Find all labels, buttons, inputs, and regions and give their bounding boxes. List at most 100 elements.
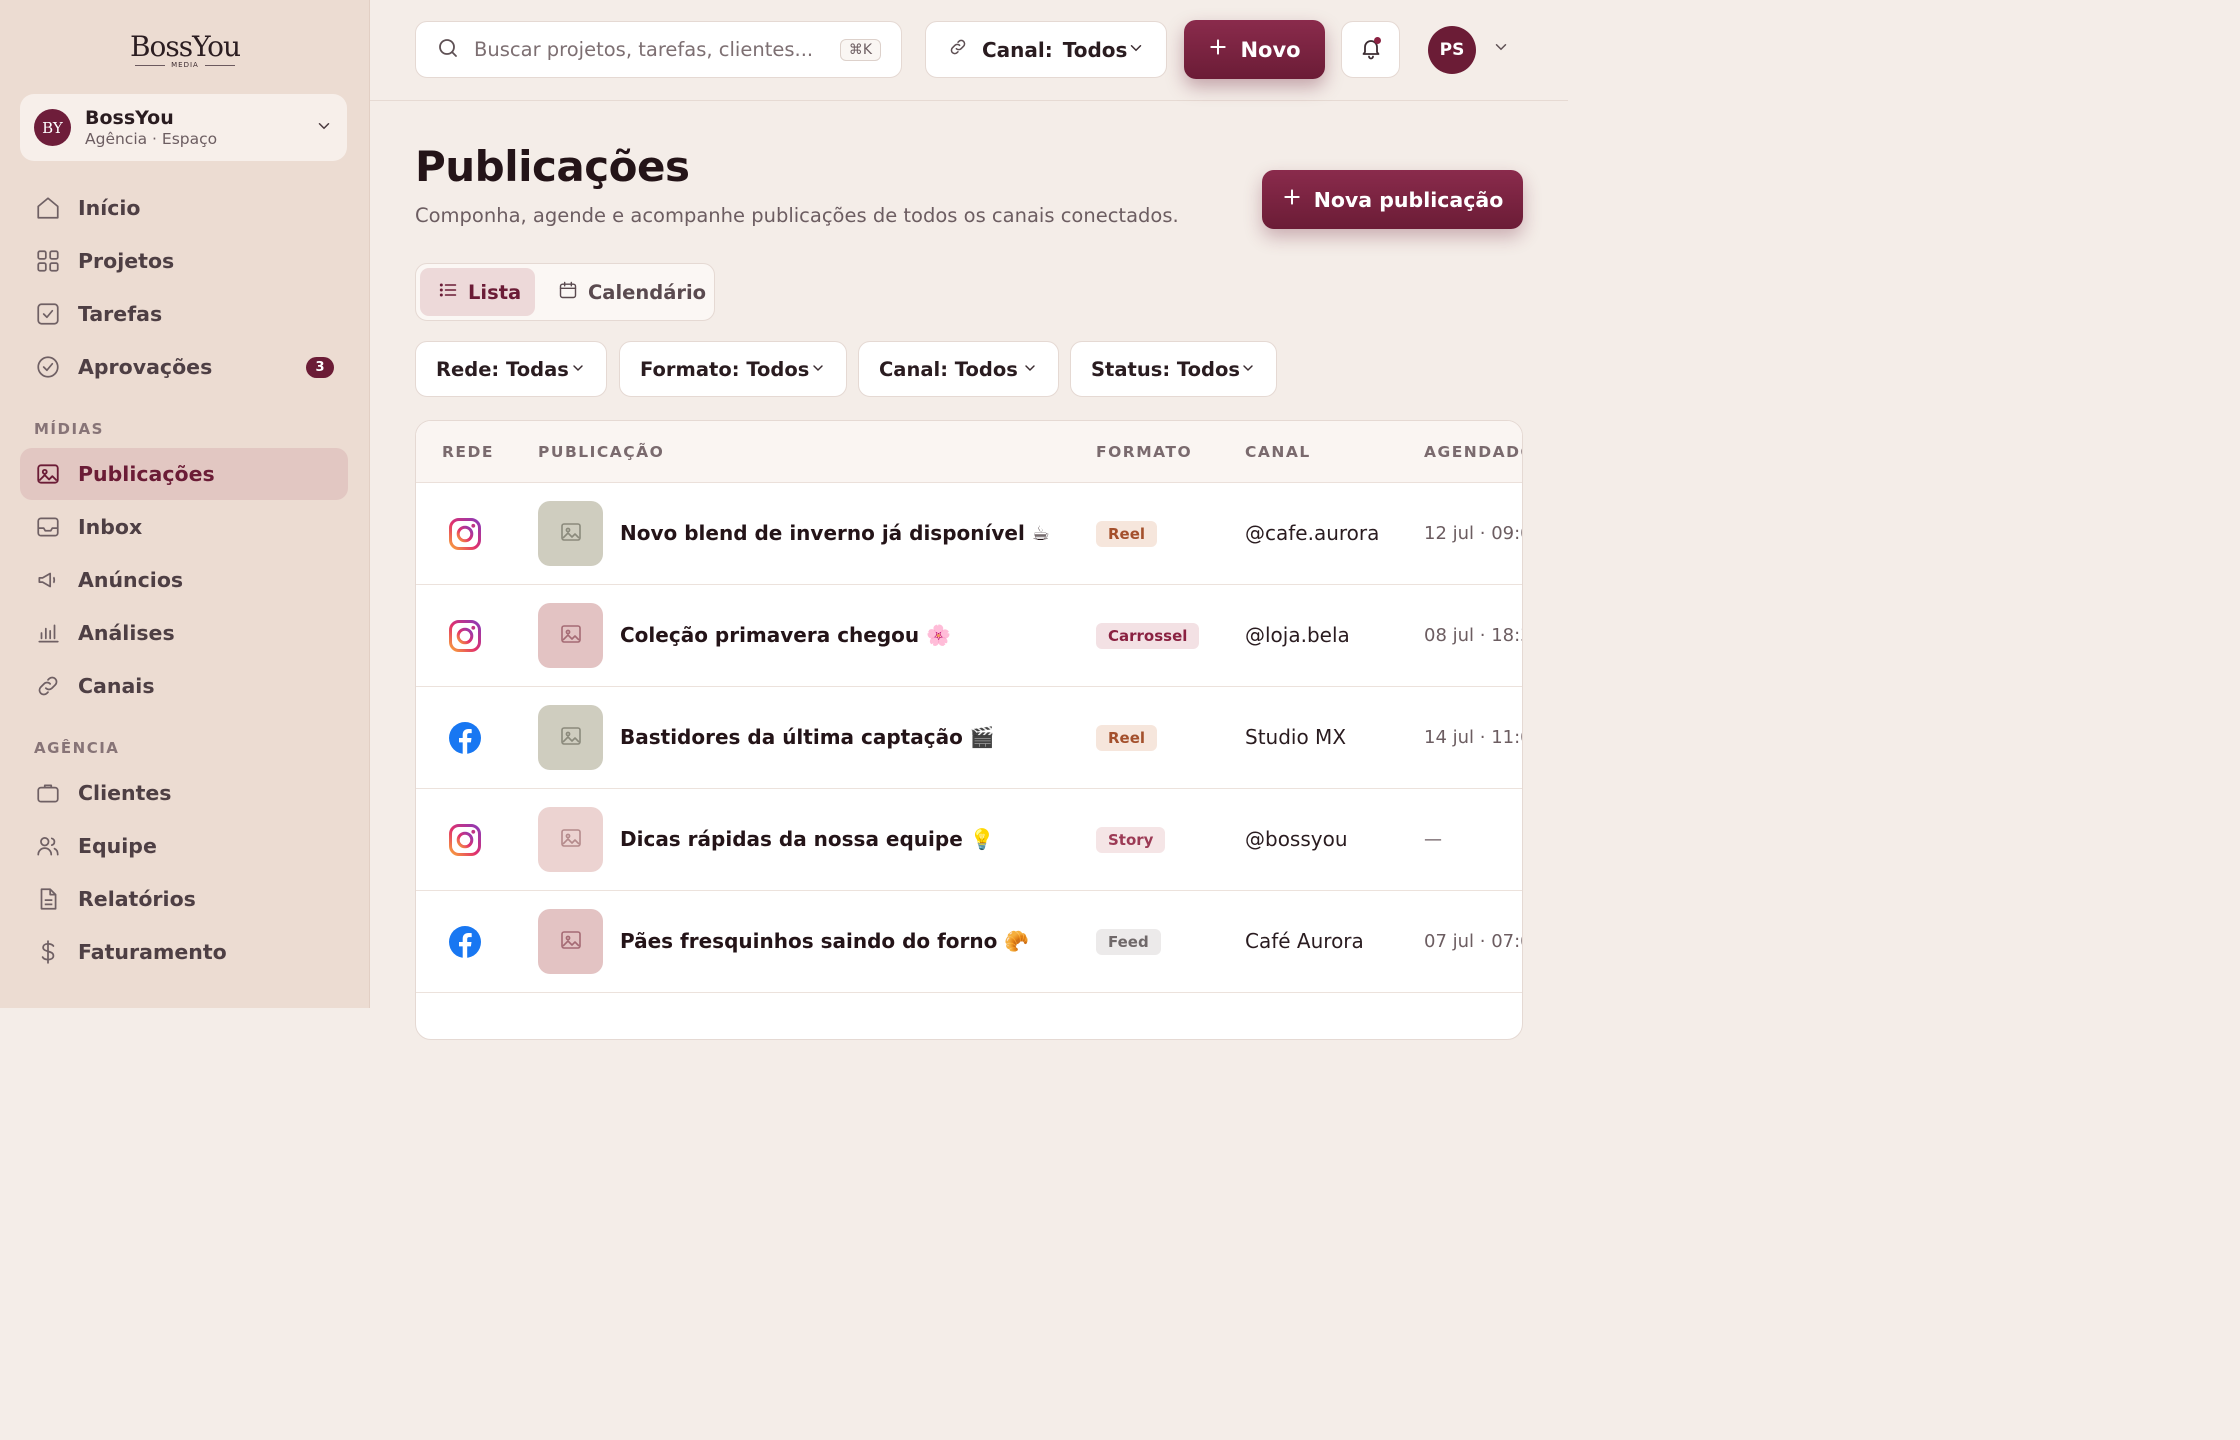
users-icon [34,832,62,860]
nav-label: Canais [78,674,155,698]
channel-selector[interactable]: Canal: Todos [925,21,1167,78]
post-scheduled: 08 jul · 18:30 [1424,625,1522,646]
new-button[interactable]: Novo [1184,20,1325,79]
post-title[interactable]: Bastidores da última captação 🎬 [620,725,995,749]
megaphone-icon [34,566,62,594]
notifications-button[interactable] [1341,21,1400,78]
post-title[interactable]: Pães fresquinhos saindo do forno 🥐 [620,929,1029,953]
table-row[interactable]: Dicas rápidas da nossa equipe 💡 Story @b… [416,789,1522,891]
publications-table: REDE PUBLICAÇÃO FORMATO CANAL AGENDADO N… [415,420,1523,1040]
facebook-icon [448,925,482,959]
post-thumbnail[interactable] [538,807,603,872]
view-toggle: Lista Calendário [415,263,715,321]
filter-canal[interactable]: Canal: Todos [858,341,1059,397]
nav-item-inbox[interactable]: Inbox [20,501,348,553]
nav-label: Início [78,196,141,220]
post-thumbnail[interactable] [538,909,603,974]
post-scheduled: 14 jul · 11:00 [1424,727,1522,748]
filter-rede[interactable]: Rede: Todas [415,341,607,397]
nav-label: Equipe [78,834,157,858]
chevron-down-icon[interactable] [1492,38,1510,60]
nav-item-clientes[interactable]: Clientes [20,767,348,819]
post-thumbnail[interactable] [538,501,603,566]
logo-wordmark: BossYou [129,30,241,63]
table-row[interactable]: Coleção primavera chegou 🌸 Carrossel @lo… [416,585,1522,687]
nav-item-faturamento[interactable]: Faturamento [20,926,348,978]
image-placeholder-icon [559,520,583,548]
column-header-publicacao[interactable]: PUBLICAÇÃO [538,443,664,461]
chevron-down-icon [1022,358,1038,381]
nav-item-relatorios[interactable]: Relatórios [20,873,348,925]
link-icon [948,37,968,62]
calendar-icon [558,280,578,305]
plus-icon [1282,187,1302,212]
view-calendar-tab[interactable]: Calendário [540,268,724,316]
column-header-agendado[interactable]: AGENDADO [1424,443,1522,461]
chevron-down-icon [810,358,826,381]
table-row[interactable]: Pães fresquinhos saindo do forno 🥐 Feed … [416,891,1522,993]
table-row[interactable]: Novo blend de inverno já disponível ☕ Re… [416,483,1522,585]
new-publication-button[interactable]: Nova publicação [1262,170,1523,229]
nav-item-inicio[interactable]: Início [20,182,348,234]
nav-item-tarefas[interactable]: Tarefas [20,288,348,340]
logo-subtext: MEDIA [171,61,199,69]
search-input[interactable]: Buscar projetos, tarefas, clientes... ⌘K [415,21,902,78]
post-channel: @cafe.aurora [1245,521,1380,545]
chevron-down-icon [1127,38,1145,62]
facebook-icon [448,721,482,755]
nav-item-analises[interactable]: Análises [20,607,348,659]
home-icon [34,194,62,222]
user-avatar[interactable]: PS [1428,26,1476,74]
format-badge: Feed [1096,929,1161,955]
nav-label: Clientes [78,781,172,805]
column-header-rede[interactable]: REDE [442,443,494,461]
nav-item-anuncios[interactable]: Anúncios [20,554,348,606]
view-list-tab[interactable]: Lista [420,268,535,316]
post-scheduled: 07 jul · 07:00 [1424,931,1522,952]
column-header-formato[interactable]: FORMATO [1096,443,1192,461]
post-channel: @loja.bela [1245,623,1350,647]
post-title[interactable]: Dicas rápidas da nossa equipe 💡 [620,827,995,851]
brand-logo[interactable]: BossYou MEDIA [0,30,370,69]
filter-canal-label: Canal: Todos [879,357,1018,381]
view-calendar-label: Calendário [588,280,707,304]
nav-item-publicacoes[interactable]: Publicações [20,448,348,500]
image-placeholder-icon [559,826,583,854]
image-icon [34,460,62,488]
column-header-canal[interactable]: CANAL [1245,443,1311,461]
image-placeholder-icon [559,622,583,650]
post-title[interactable]: Coleção primavera chegou 🌸 [620,623,951,647]
post-scheduled: — [1424,829,1442,850]
section-label-midias: MÍDIAS [34,420,104,438]
check-circle-icon [34,353,62,381]
filter-formato-label: Formato: Todos [640,357,810,381]
post-channel: @bossyou [1245,827,1348,851]
workspace-subtitle: Agência · Espaço [85,129,218,148]
view-list-label: Lista [468,280,522,304]
nav-label: Projetos [78,249,175,273]
search-icon [436,36,460,64]
nav-item-equipe[interactable]: Equipe [20,820,348,872]
post-thumbnail[interactable] [538,603,603,668]
table-row[interactable]: Bastidores da última captação 🎬 Reel Stu… [416,687,1522,789]
dollar-icon [34,938,62,966]
filter-formato[interactable]: Formato: Todos [619,341,847,397]
workspace-avatar: BY [34,109,71,146]
workspace-switcher[interactable]: BY BossYou Agência · Espaço [20,94,347,161]
filter-status[interactable]: Status: Todos [1070,341,1277,397]
checkbox-icon [34,300,62,328]
post-channel: Café Aurora [1245,929,1364,953]
notification-dot [1374,37,1381,44]
plus-icon [1208,37,1228,62]
nav-label: Relatórios [78,887,196,911]
nav-item-canais[interactable]: Canais [20,660,348,712]
post-thumbnail[interactable] [538,705,603,770]
format-badge: Carrossel [1096,623,1200,649]
nav-item-projetos[interactable]: Projetos [20,235,348,287]
nav-item-aprovacoes[interactable]: Aprovações 3 [20,341,348,393]
format-badge: Reel [1096,521,1158,547]
post-title[interactable]: Novo blend de inverno já disponível ☕ [620,521,1050,545]
channel-selector-value: Todos [1062,37,1128,62]
inbox-icon [34,513,62,541]
link-icon [34,672,62,700]
